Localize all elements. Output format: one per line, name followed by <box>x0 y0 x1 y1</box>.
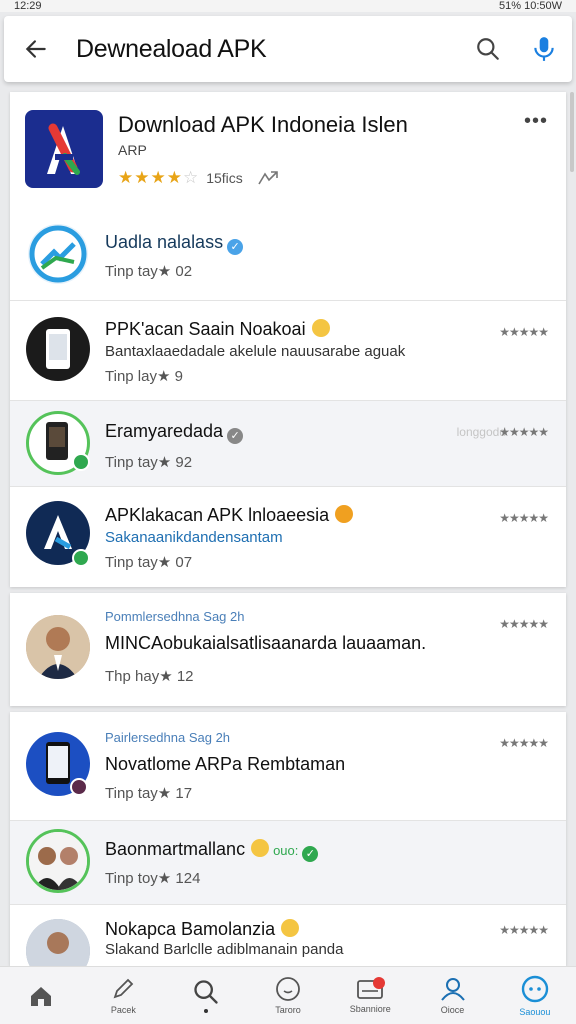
item-description: Bantaxlaaedadale akelule nauusarabe agua… <box>105 343 406 360</box>
item-name: PPK'acan Saain Noakoai <box>105 319 330 340</box>
search-query-text[interactable]: Dewneaload APK <box>68 35 460 64</box>
people-icon <box>440 978 465 1001</box>
smile-emoji-icon <box>281 919 300 937</box>
item-meta: Tinp tay★ 92 <box>105 454 193 471</box>
item-name: APKlakacan APK lnloaeesia <box>105 505 354 526</box>
tab-oioce[interactable]: Oioce <box>411 967 493 1024</box>
rating-star-empty: ☆ <box>182 168 199 187</box>
item-caption: Pommlersedhna Sag 2h <box>105 609 245 624</box>
compass-icon <box>276 977 300 1001</box>
item-name: Eramyaredada ✓ <box>105 421 244 444</box>
microphone-icon <box>534 37 554 61</box>
phone-app-icon <box>26 317 90 381</box>
tab-sbanniore[interactable]: Sbanniore <box>329 967 411 1024</box>
back-button[interactable] <box>4 16 68 82</box>
verified-icon: ✓ <box>302 846 319 862</box>
smile-emoji-icon <box>251 839 270 857</box>
emoji-icon <box>335 505 354 523</box>
item-stars: ★★★★★ <box>499 325 549 339</box>
home-icon <box>31 986 52 1006</box>
scrollbar[interactable] <box>570 92 574 172</box>
badge-icon <box>72 453 90 471</box>
bottom-navigation: Pacek Taroro Sbanniore Oioce Saouou <box>0 966 576 1024</box>
item-meta: Thp hay★ 12 <box>105 668 194 685</box>
list-item[interactable]: Uadla nalalass ✓ Tinp tay★ 02 <box>10 204 566 300</box>
app-logo-icon <box>25 110 103 188</box>
list-item[interactable]: Eramyaredada ✓ Tinp tay★ 92 longgodd ★★★★… <box>10 400 566 486</box>
featured-app[interactable]: Download APK Indoneia Islen ARP ★★★★ ☆ 1… <box>10 92 566 204</box>
chart-logo-icon <box>28 224 88 284</box>
more-options-icon[interactable]: ••• <box>524 110 548 133</box>
verified-icon: ✓ <box>227 428 244 444</box>
item-name: Uadla nalalass ✓ <box>105 232 244 255</box>
list-item[interactable]: Baonmartmallanc ouo: ✓ Tinp toy★ 124 <box>10 820 566 904</box>
search-icon <box>194 980 218 1004</box>
tab-home[interactable] <box>0 967 82 1024</box>
list-item[interactable]: Pairlersedhna Sag 2h Novatlome ARPa Remb… <box>10 712 566 820</box>
avatar <box>26 829 90 893</box>
item-meta: Tinp tay★ 02 <box>105 263 193 280</box>
list-item[interactable]: PPK'acan Saain Noakoai Bantaxlaaedadale … <box>10 300 566 400</box>
app-rating: ★★★★ ☆ 15fics <box>118 168 279 188</box>
item-stars: ★★★★★ <box>499 736 549 750</box>
item-stars: ★★★★★ <box>499 511 549 525</box>
smile-emoji-icon <box>311 319 330 337</box>
tab-taroro[interactable]: Taroro <box>247 967 329 1024</box>
list-item[interactable]: Nokapca Bamolanzia Slakand Barlclle adib… <box>10 904 566 983</box>
pencil-icon <box>113 978 134 999</box>
status-indicators: 51% 10:50W <box>499 0 562 12</box>
rating-stars: ★★★★ <box>118 168 183 187</box>
search-bar[interactable]: Dewneaload APK <box>4 16 572 82</box>
tab-saouou[interactable]: Saouou <box>494 967 576 1024</box>
tab-search[interactable] <box>165 967 247 1024</box>
item-name-extra: ouo: <box>273 843 299 858</box>
rating-count: 15fics <box>206 170 243 186</box>
chat-icon <box>521 975 549 1003</box>
item-name: Novatlome ARPa Rembtaman <box>105 754 346 774</box>
item-stars: ★★★★★ <box>499 923 549 937</box>
status-time: 12:29 <box>14 0 42 12</box>
tab-label: Taroro <box>275 1005 301 1015</box>
app-subtitle: ARP <box>118 142 147 158</box>
list-item[interactable]: APKlakacan APK lnloaeesia Sakanaanikdand… <box>10 486 566 587</box>
item-meta: Tinp lay★ 9 <box>105 368 183 385</box>
item-stars: ★★★★★ <box>499 425 549 439</box>
item-meta: Tinp tay★ 07 <box>105 554 193 571</box>
item-stars: ★★★★★ <box>499 617 549 631</box>
app-title: Download APK Indoneia Islen <box>118 112 408 137</box>
voice-search-button[interactable] <box>516 16 572 82</box>
search-icon <box>477 38 499 60</box>
results-card: Pairlersedhna Sag 2h Novatlome ARPa Remb… <box>10 712 566 983</box>
list-item[interactable]: Pommlersedhna Sag 2h MINCAobukaialsatlis… <box>10 593 566 706</box>
item-caption: Pairlersedhna Sag 2h <box>105 730 231 745</box>
share-icon[interactable] <box>257 170 279 186</box>
item-meta: Tinp toy★ 124 <box>105 870 201 887</box>
badge-icon <box>70 778 88 796</box>
avatar <box>26 615 90 679</box>
item-name: Nokapca Bamolanzia <box>105 919 300 940</box>
item-description: Sakanaanikdandensantam <box>105 529 283 546</box>
search-button[interactable] <box>460 16 516 82</box>
tab-label: Sbanniore <box>349 1004 391 1014</box>
status-bar: 12:29 51% 10:50W <box>0 0 576 12</box>
tab-pacek[interactable]: Pacek <box>82 967 164 1024</box>
results-card: Download APK Indoneia Islen ARP ★★★★ ☆ 1… <box>10 92 566 587</box>
item-description: Slakand Barlclle adiblmanain panda <box>105 941 344 958</box>
results-card: Pommlersedhna Sag 2h MINCAobukaialsatlis… <box>10 593 566 706</box>
tab-label: Saouou <box>519 1007 551 1017</box>
badge-icon <box>72 549 90 567</box>
tab-label: Oioce <box>440 1005 465 1015</box>
item-name: Baonmartmallanc ouo: ✓ <box>105 839 319 862</box>
arrow-left-icon <box>25 40 46 58</box>
item-name: MINCAobukaialsatlisaanarda lauaaman. <box>105 633 427 653</box>
verified-icon: ✓ <box>227 239 244 255</box>
active-dot <box>203 1009 208 1013</box>
tab-label: Pacek <box>110 1005 136 1015</box>
item-meta: Tinp tay★ 17 <box>105 785 193 802</box>
